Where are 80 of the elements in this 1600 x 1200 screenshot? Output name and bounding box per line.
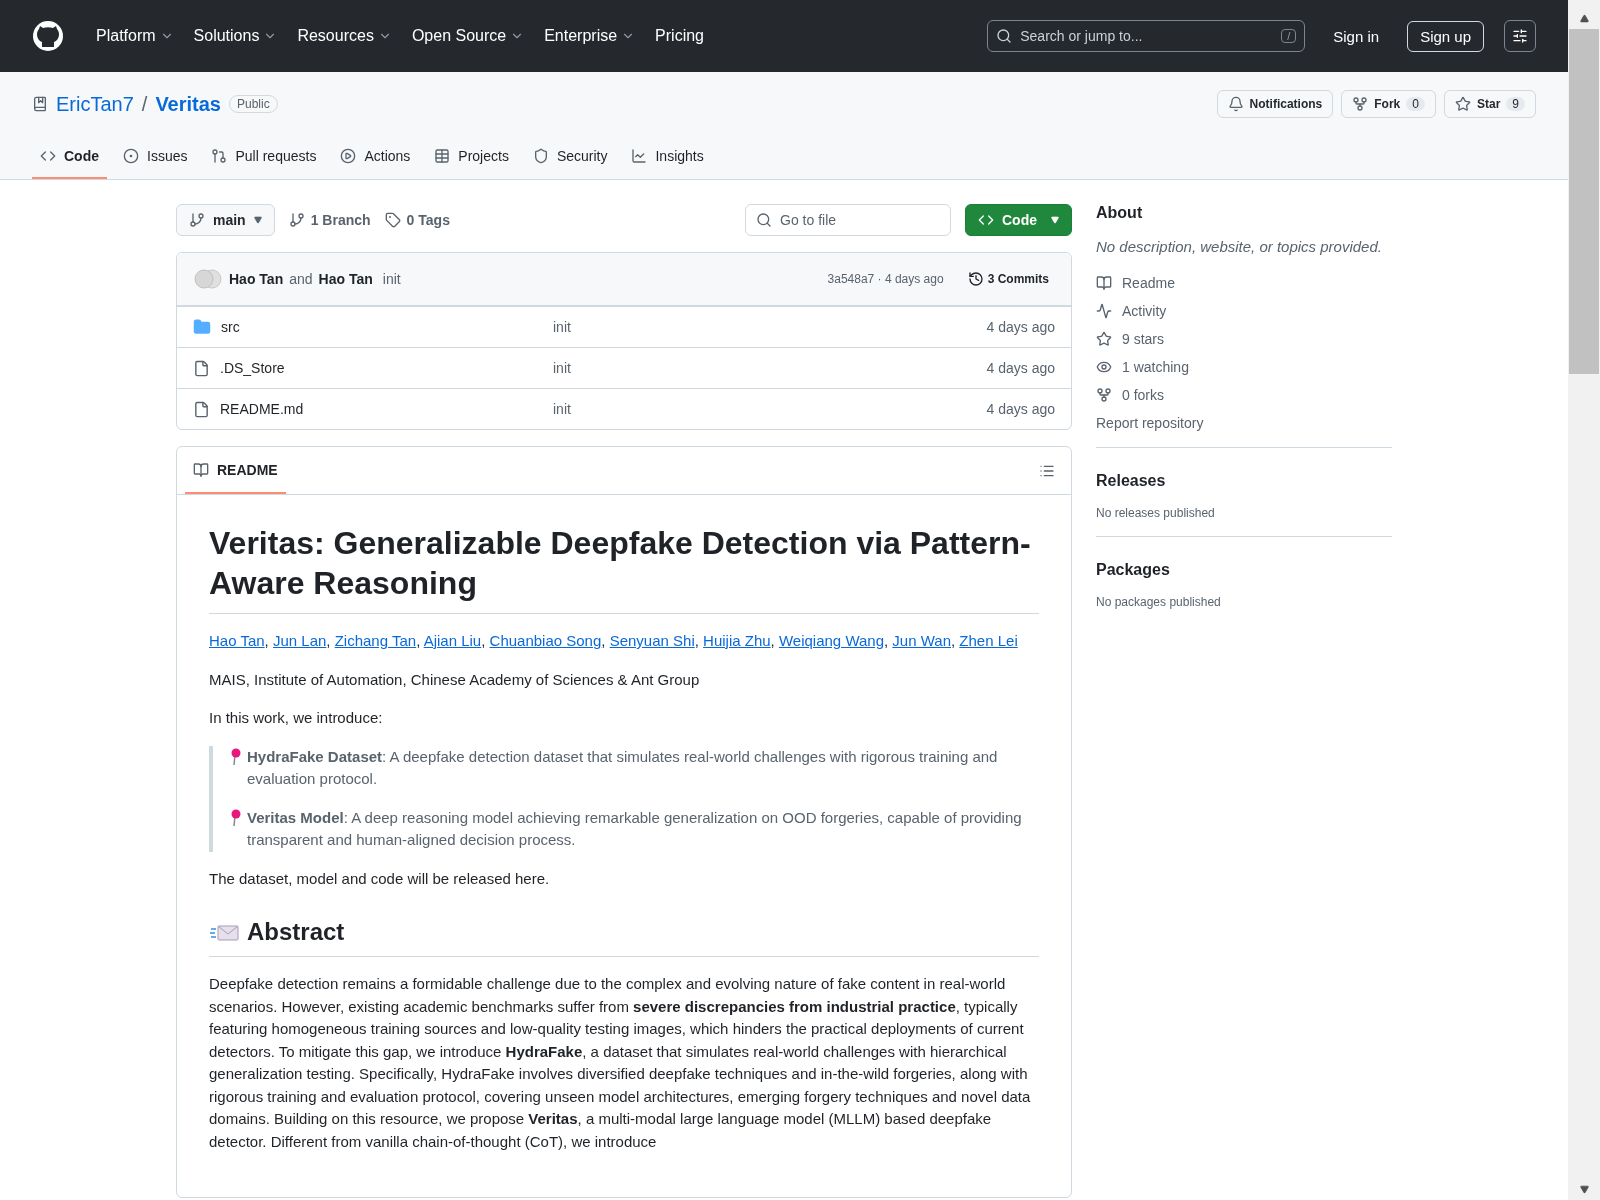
file-row[interactable]: src init 4 days ago bbox=[177, 306, 1071, 347]
readme-tab[interactable]: README bbox=[185, 447, 286, 494]
releases-note: No releases published bbox=[1096, 506, 1216, 520]
commit-message: init bbox=[382, 271, 401, 287]
abstract-text: Deepfake detection remains a formidable challenge due to the complex and evolving nature of fake content in real-world scenarios. However, existing academic benchmarks suffer from severe discrepancies from industrial practice, typically featuring homogeneous training sources and low-quality testing images, which hinders the practical deployments of current detectors. To mitigate this gap, we introduce HydraFake, a dataset that simulates real-world challenges with hierarchical generalization testing. Specifically, HydraFake involves diversified deepfake techniques and in-the-wild forgeries, along with rigorous training and evaluation protocol, covering unseen model architectures, emerging forgery techniques and novel data domains. Building on this resource, we propose Veritas, a multi-modal large language model (MLLM) based deepfake detector. Different from vanilla chain-of-thought (CoT), we introduce bbox=[209, 974, 1032, 1152]
nav-menu-item[interactable]: Resources bbox=[289, 21, 400, 51]
file-name-link[interactable]: src bbox=[193, 318, 553, 336]
commit-message: init bbox=[553, 401, 572, 417]
shortcut-key: / bbox=[1281, 29, 1297, 43]
commit-message: init bbox=[553, 319, 572, 335]
nav-menu-item[interactable]: Pricing bbox=[647, 21, 712, 51]
path-separator: / bbox=[141, 92, 148, 116]
repo-tab[interactable]: Pull requests bbox=[203, 136, 325, 179]
code-button[interactable]: Code bbox=[965, 204, 1072, 236]
file-time: 4 days ago bbox=[986, 360, 1055, 376]
tags-link[interactable]: 0 Tags bbox=[384, 212, 450, 228]
author-link[interactable]: Weiqiang Wang bbox=[778, 632, 884, 649]
quote-text: Veritas Model: A deep reasoning model achieving remarkable generalization on OOD forgeries, capable of providing transparent and human-aligned decision process. bbox=[247, 807, 1023, 850]
commit-hash-time: 3a548a7 · 4 days ago bbox=[827, 272, 944, 286]
repo-tab[interactable]: Code bbox=[32, 136, 107, 179]
affiliation-text: MAIS, Institute of Automation, Chinese Academy of Sciences & Ant Group bbox=[209, 669, 701, 690]
count-badge: 9 bbox=[1506, 97, 1525, 111]
readme-title: Veritas: Generalizable Deepfake Detection via Pattern-Aware Reasoning bbox=[209, 523, 1039, 614]
repo-name-link[interactable]: Veritas bbox=[155, 92, 221, 116]
sidebar-link[interactable]: 9 stars bbox=[1096, 331, 1392, 347]
author-link[interactable]: Hao Tan bbox=[229, 271, 284, 287]
releases-heading[interactable]: Releases bbox=[1096, 472, 1392, 490]
repo-tab[interactable]: Issues bbox=[115, 136, 196, 179]
author-link[interactable]: Hao Tan bbox=[209, 632, 265, 649]
count-badge: 0 bbox=[1406, 97, 1425, 111]
quote-text: HydraFake Dataset: A deepfake detection dataset that simulates real-world challenges with rigorous training and evaluation protocol. bbox=[247, 746, 999, 789]
author-link[interactable]: Zhen Lei bbox=[959, 632, 1018, 649]
search-placeholder: Search or jump to... bbox=[1020, 28, 1143, 44]
sidebar-link[interactable]: Readme bbox=[1096, 275, 1392, 291]
branch-button[interactable]: main bbox=[176, 204, 275, 236]
report-link[interactable]: Report repository bbox=[1096, 415, 1392, 431]
repo-description: No description, website, or topics provided. bbox=[1096, 238, 1383, 255]
file-row[interactable]: README.md init 4 days ago bbox=[177, 388, 1071, 429]
repo-tab[interactable]: Actions bbox=[332, 136, 419, 179]
nav-menu-item[interactable]: Open Source bbox=[403, 21, 533, 51]
intro-text: In this work, we introduce: bbox=[209, 708, 384, 728]
file-row[interactable]: .DS_Store init 4 days ago bbox=[177, 347, 1071, 388]
author-link[interactable]: Hao Tan bbox=[318, 271, 373, 287]
author-link[interactable]: Huijia Zhu bbox=[703, 632, 771, 649]
field-placeholder: Go to file bbox=[780, 212, 837, 228]
commit-message: init bbox=[553, 360, 572, 376]
repo-tab[interactable]: Security bbox=[524, 136, 616, 179]
search-field[interactable]: Search or jump to... / bbox=[987, 20, 1306, 52]
section-heading: Abstract bbox=[247, 917, 345, 947]
file-name-link[interactable]: .DS_Store bbox=[193, 359, 553, 377]
author-link[interactable]: Jun Wan bbox=[892, 632, 951, 649]
repo-tab[interactable]: Projects bbox=[426, 136, 517, 179]
fork-button[interactable]: Fork 0 bbox=[1341, 90, 1436, 118]
sidebar-link[interactable]: Activity bbox=[1096, 303, 1392, 319]
nav-menu-item[interactable]: Solutions bbox=[185, 21, 286, 51]
sidebar-link[interactable]: 1 watching bbox=[1096, 359, 1392, 375]
sign-in-link[interactable]: Sign in bbox=[1325, 27, 1388, 45]
repo-tab[interactable]: Insights bbox=[623, 136, 712, 179]
star-button[interactable]: Star 9 bbox=[1443, 90, 1536, 118]
branches-link[interactable]: 1 Branch bbox=[288, 212, 371, 228]
go-to-file-field[interactable]: Go to file bbox=[745, 204, 951, 236]
packages-heading[interactable]: Packages bbox=[1096, 561, 1392, 579]
nav-menu-item[interactable]: Platform bbox=[88, 21, 182, 51]
file-name-link[interactable]: README.md bbox=[193, 400, 553, 418]
owner-link[interactable]: EricTan7 bbox=[56, 92, 134, 116]
sidebar-link[interactable]: 0 forks bbox=[1096, 387, 1392, 403]
packages-note: No packages published bbox=[1096, 595, 1222, 609]
sign-up-button[interactable]: Sign up bbox=[1407, 20, 1484, 52]
author-link[interactable]: Senyuan Shi bbox=[609, 632, 695, 649]
joiner-text: and bbox=[289, 271, 313, 287]
notifications-button[interactable]: Notifications bbox=[1216, 90, 1334, 118]
commits-link[interactable]: 3 Commits bbox=[961, 267, 1055, 291]
file-time: 4 days ago bbox=[986, 319, 1055, 335]
author-link[interactable]: Zichang Tan bbox=[334, 632, 417, 649]
about-heading: About bbox=[1096, 204, 1144, 222]
release-note: The dataset, model and code will be released here. bbox=[209, 868, 551, 889]
file-time: 4 days ago bbox=[986, 401, 1055, 417]
author-link[interactable]: Ajian Liu bbox=[423, 632, 482, 649]
nav-menu-item[interactable]: Enterprise bbox=[536, 21, 644, 51]
author-list: Hao Tan, Jun Lan, Zichang Tan, Ajian Liu, Chuanbiao Song, Senyuan Shi, Huijia Zhu, Weiqiang Wang, Jun Wan, Zhen Lei bbox=[209, 630, 1039, 653]
